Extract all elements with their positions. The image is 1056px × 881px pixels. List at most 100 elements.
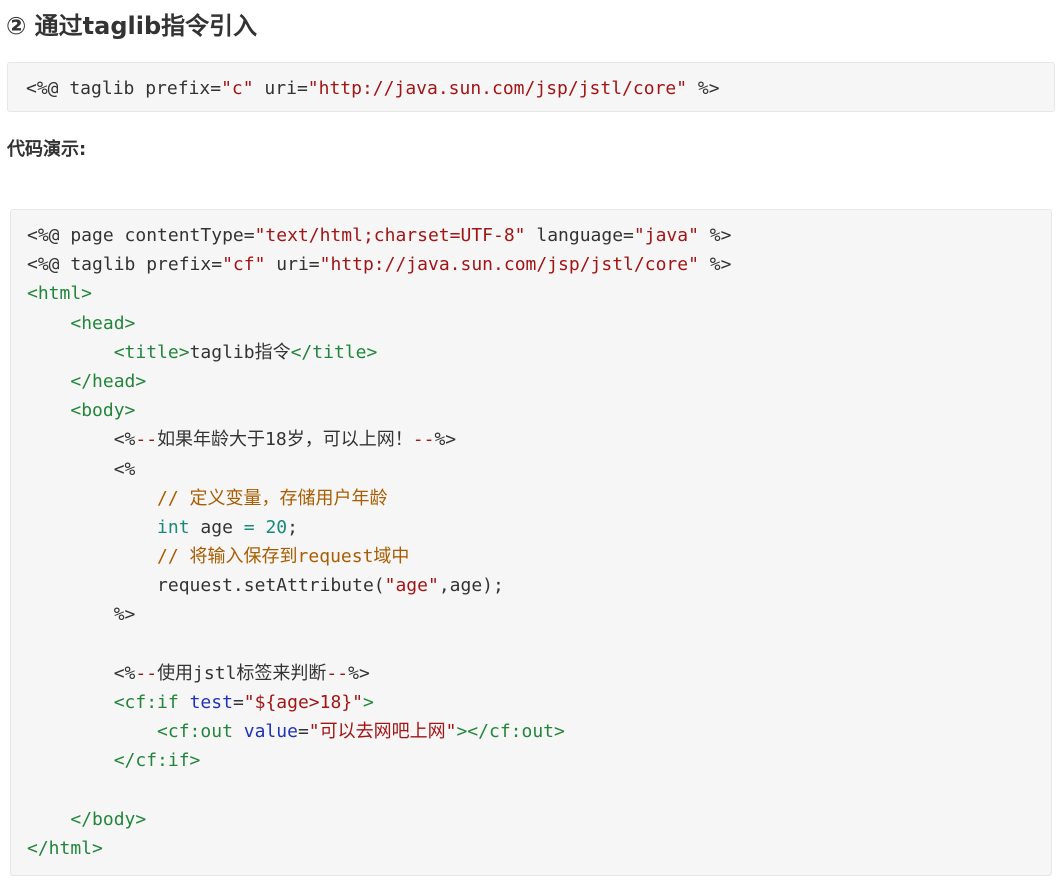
code-token: -- xyxy=(135,429,158,451)
code-token: </title> xyxy=(290,341,378,363)
taglib-code-block: <%@ taglib prefix="c" uri="http://java.s… xyxy=(7,62,1055,112)
code-token: request.setAttribute( xyxy=(27,575,385,597)
code-line: </html> xyxy=(27,834,1051,863)
code-line: </body> xyxy=(27,805,1051,834)
code-line: <body> xyxy=(27,396,1051,425)
code-token: "cf" xyxy=(222,254,266,276)
code-token: <body> xyxy=(70,400,136,422)
code-line: <cf:out value="可以去网吧上网"></cf:out> xyxy=(27,717,1051,746)
code-token: // 定义变量，存储用户年龄 xyxy=(157,487,388,509)
code-line: <%--如果年龄大于18岁，可以上网！--%> xyxy=(27,425,1051,454)
code-token: test xyxy=(189,692,233,713)
code-token: "age" xyxy=(384,575,439,597)
code-line: </head> xyxy=(27,367,1051,396)
code-token: "可以去网吧上网" xyxy=(308,721,457,743)
code-line: <html> xyxy=(27,279,1051,308)
code-token: %> xyxy=(698,225,732,246)
code-token: 如果年龄大于18岁，可以上网！ xyxy=(157,429,413,451)
code-token: "text/html;charset=UTF-8" xyxy=(254,225,526,246)
code-line: %> xyxy=(27,600,1051,629)
code-token: <% xyxy=(27,662,136,684)
code-token: 使用jstl标签来判断 xyxy=(157,662,327,684)
taglib-code: <%@ taglib prefix="c" uri="http://java.s… xyxy=(26,74,1054,103)
code-token: int xyxy=(157,516,190,538)
code-token: %> xyxy=(687,78,720,99)
code-token: %> xyxy=(698,254,732,276)
code-token: </cf:if> xyxy=(113,750,201,772)
demo-label: 代码演示: xyxy=(7,139,87,160)
code-line: <%--使用jstl标签来判断--%> xyxy=(27,659,1051,688)
code-token: %> xyxy=(27,604,136,626)
code-token: "http://java.sun.com/jsp/jstl/core" xyxy=(319,254,699,276)
code-token: ; xyxy=(287,516,298,538)
code-token: -- xyxy=(135,662,158,684)
code-token: value xyxy=(243,721,298,743)
code-line: // 将输入保存到request域中 xyxy=(27,542,1051,571)
code-token: // 将输入保存到request域中 xyxy=(157,546,410,568)
code-token: age xyxy=(189,516,244,538)
code-token: <% xyxy=(27,458,136,480)
code-token: -- xyxy=(412,429,435,451)
code-line: <%@ taglib prefix="cf" uri="http://java.… xyxy=(27,250,1051,279)
code-token: = xyxy=(297,721,309,743)
code-token: uri= xyxy=(265,254,320,276)
code-token: <% xyxy=(27,429,136,451)
code-line: <title>taglib指令</title> xyxy=(27,338,1051,367)
code-token: </html> xyxy=(27,837,103,859)
code-token: </body> xyxy=(70,808,147,830)
code-line: </cf:if> xyxy=(27,746,1051,775)
code-token: <cf:if xyxy=(113,692,179,713)
demo-code-block: <%@ page contentType="text/html;charset=… xyxy=(10,209,1052,876)
code-token: -- xyxy=(326,662,349,684)
code-token: <%@ page contentType= xyxy=(27,225,255,246)
code-token: <cf:out xyxy=(157,721,233,743)
code-line: int age = 20; xyxy=(27,513,1051,542)
code-token: ></cf:out> xyxy=(456,721,565,743)
code-line: <head> xyxy=(27,309,1051,338)
demo-code: <%@ page contentType="text/html;charset=… xyxy=(27,221,1051,863)
code-token: %> xyxy=(434,429,457,451)
code-token: = xyxy=(232,692,244,713)
code-token: > xyxy=(363,692,374,713)
code-token: = xyxy=(243,516,255,538)
code-line: <%@ page contentType="text/html;charset=… xyxy=(27,221,1051,250)
code-token: %> xyxy=(348,662,370,684)
code-token: 20 xyxy=(265,516,288,538)
code-token: <%@ taglib prefix= xyxy=(26,78,222,99)
code-token: "${age>18}" xyxy=(243,692,363,713)
code-line: <%@ taglib prefix="c" uri="http://java.s… xyxy=(26,74,1054,103)
code-token: "http://java.sun.com/jsp/jstl/core" xyxy=(307,78,688,99)
code-line: <cf:if test="${age>18}"> xyxy=(27,688,1051,717)
code-token: <title> xyxy=(113,341,190,363)
section-heading: ② 通过taglib指令引入 xyxy=(6,12,258,40)
code-line: <% xyxy=(27,455,1051,484)
code-line: // 定义变量，存储用户年龄 xyxy=(27,484,1051,513)
code-token: ,age); xyxy=(438,575,504,597)
code-token: </head> xyxy=(70,370,147,392)
code-token: <html> xyxy=(27,283,93,305)
code-token: uri= xyxy=(253,78,308,99)
code-token: "java" xyxy=(633,225,699,246)
code-line: request.setAttribute("age",age); xyxy=(27,571,1051,600)
code-token: taglib指令 xyxy=(189,341,291,363)
code-token: <%@ taglib prefix= xyxy=(27,254,223,276)
code-token: <head> xyxy=(70,312,136,334)
code-token: language= xyxy=(525,225,634,246)
code-token: "c" xyxy=(221,78,254,99)
